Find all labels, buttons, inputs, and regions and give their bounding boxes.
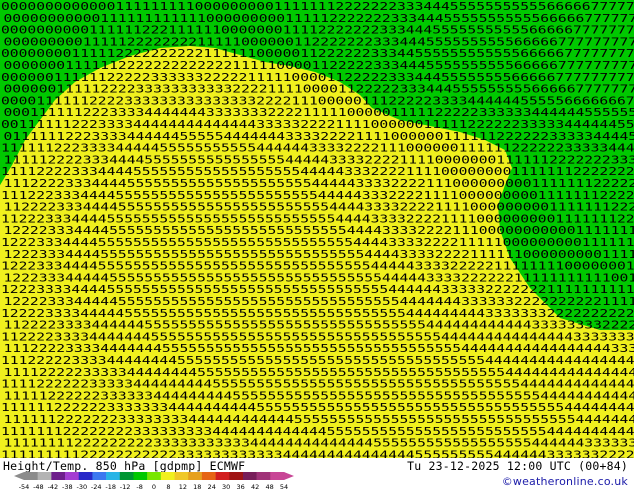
colorbar-tick-label: 54 bbox=[280, 483, 288, 490]
colorbar-tick-label: 8 bbox=[166, 483, 170, 490]
colorbar-tick-label: 24 bbox=[208, 483, 216, 490]
colorbar-tick-label: -38 bbox=[62, 483, 73, 490]
colorbar-segment bbox=[270, 472, 285, 480]
height-contour-digits: 0000000000000111111111000000000111111122… bbox=[1, 0, 634, 458]
colorbar-segment bbox=[188, 472, 203, 480]
colorbar-tick-label: -24 bbox=[91, 483, 102, 490]
colorbar-tick-label: -54 bbox=[19, 483, 30, 490]
colorbar-segment bbox=[24, 472, 38, 480]
colorbar-tick-label: 12 bbox=[179, 483, 187, 490]
colorbar-segment bbox=[256, 472, 271, 480]
colorbar-tick-label: -12 bbox=[120, 483, 131, 490]
colorbar-tick-label: 30 bbox=[222, 483, 230, 490]
colorbar-segment bbox=[65, 472, 80, 480]
colorbar-segment bbox=[160, 472, 175, 480]
credit-link[interactable]: ©weatheronline.co.uk bbox=[502, 475, 628, 488]
colorbar-segment bbox=[106, 472, 121, 480]
map-canvas: 0000000000000111111111000000000111111122… bbox=[0, 0, 634, 458]
colorbar-segment bbox=[201, 472, 216, 480]
temperature-colorbar: -54 -48 -42 -38 -30 -24 -18 -12 -8 0 8 12 18 24 30 36 42… bbox=[14, 472, 294, 490]
digit-row: 1111111112222222222233333333333344444444… bbox=[1, 448, 634, 458]
forecast-map: 0000000000000111111111000000000111111122… bbox=[0, 0, 634, 458]
colorbar-arrow-right bbox=[284, 472, 294, 480]
colorbar-segment bbox=[92, 472, 107, 480]
valid-time: Tu 23-12-2025 12:00 UTC (00+84) bbox=[407, 459, 628, 473]
colorbar-segment bbox=[78, 472, 93, 480]
colorbar-segment bbox=[215, 472, 230, 480]
colorbar-tick-label: -42 bbox=[48, 483, 59, 490]
colorbar-tick-label: 18 bbox=[193, 483, 201, 490]
map-title: Height/Temp. 850 hPa [gdpmp] ECMWF bbox=[3, 459, 246, 473]
colorbar-arrow-left bbox=[14, 472, 24, 480]
colorbar-segment bbox=[51, 472, 66, 480]
colorbar-segment bbox=[37, 472, 52, 480]
colorbar-segment bbox=[119, 472, 134, 480]
colorbar-segment bbox=[133, 472, 148, 480]
colorbar-tick-label: 42 bbox=[251, 483, 259, 490]
map-footer: Height/Temp. 850 hPa [gdpmp] ECMWF Tu 23… bbox=[0, 458, 634, 490]
colorbar-tick-label: -18 bbox=[105, 483, 116, 490]
colorbar-tick-label: -8 bbox=[136, 483, 142, 490]
colorbar-tick-label: 36 bbox=[237, 483, 245, 490]
colorbar-tick-label: -30 bbox=[76, 483, 87, 490]
colorbar-tick-label: 48 bbox=[265, 483, 273, 490]
colorbar-segment bbox=[174, 472, 189, 480]
colorbar-tick-label: -48 bbox=[33, 483, 44, 490]
colorbar-segment bbox=[242, 472, 257, 480]
colorbar-tick-label: 0 bbox=[152, 483, 156, 490]
colorbar-segment bbox=[229, 472, 244, 480]
colorbar-segment bbox=[147, 472, 162, 480]
